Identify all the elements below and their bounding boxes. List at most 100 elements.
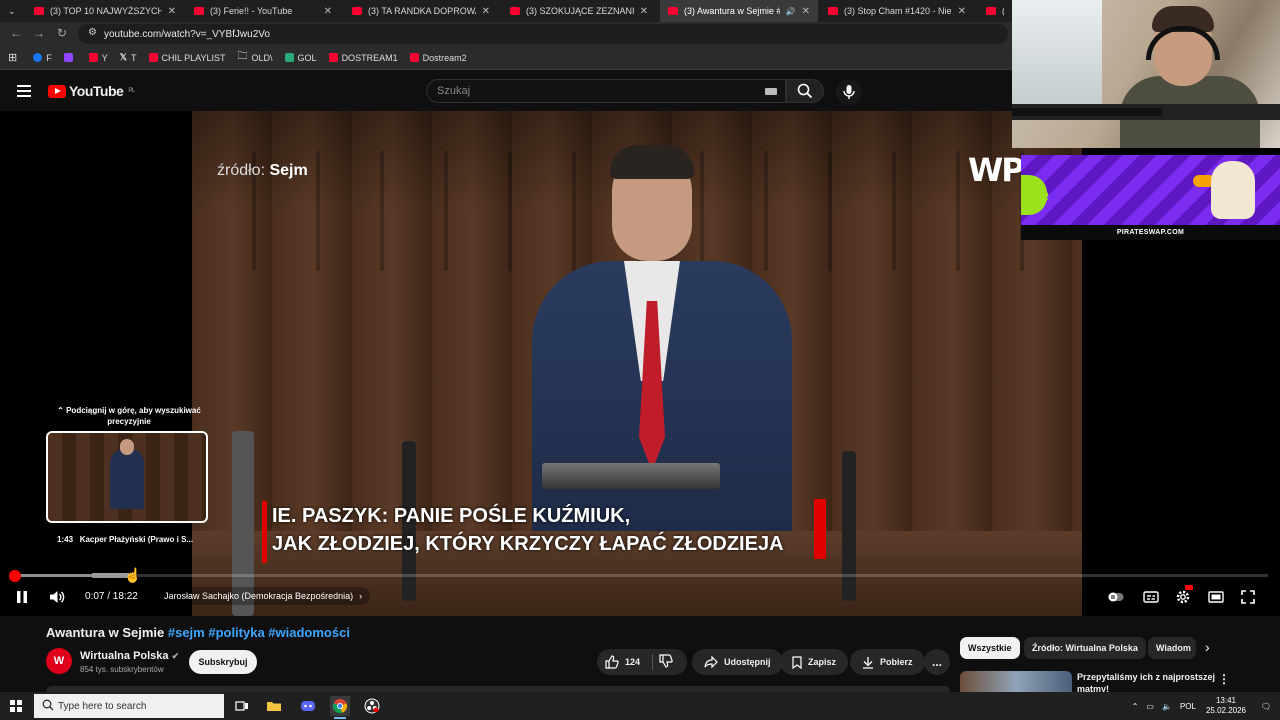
obs-icon[interactable] [362, 696, 382, 716]
chrome-icon[interactable] [330, 696, 350, 719]
browser-tab[interactable]: (3) Ferie!! - YouTube ✕ [186, 0, 340, 22]
site-info-icon[interactable]: ⚙ [88, 27, 97, 38]
browser-tab[interactable]: (3) TOP 10 NAJWYŻSZYCH WIE ✕ [26, 0, 184, 22]
video-title: Awantura w Sejmie #sejm #polityka #wiado… [46, 625, 350, 640]
chip-source-wp[interactable]: Źródło: Wirtualna Polska [1024, 637, 1146, 659]
close-tab-icon[interactable]: ✕ [802, 6, 810, 17]
hashtags[interactable]: #sejm #polityka #wiadomości [164, 625, 350, 640]
bookmark-twitch[interactable] [63, 53, 77, 62]
tab-title: (3) [1002, 6, 1004, 16]
fullscreen-icon [1241, 590, 1255, 604]
browser-tab[interactable]: (3) [978, 0, 1012, 22]
channel-avatar[interactable]: W [46, 648, 72, 674]
subscriber-count: 854 tys. subskrybentów [80, 665, 164, 674]
verified-icon: ✔ [171, 651, 180, 661]
fullscreen-button[interactable] [1237, 586, 1259, 608]
clock[interactable]: 13:41 25.02.2026 [1206, 696, 1246, 716]
close-tab-icon[interactable]: ✕ [324, 6, 332, 17]
share-button[interactable]: Udostępnij [692, 649, 783, 675]
search-button[interactable] [786, 79, 824, 103]
scrubber-handle[interactable] [9, 570, 21, 582]
region-code: PL [128, 88, 135, 94]
hand-cursor-icon: ☝ [124, 567, 142, 583]
progress-bar[interactable] [12, 573, 1268, 578]
keyboard-icon[interactable] [765, 88, 777, 95]
pause-button[interactable] [12, 586, 32, 608]
chip-news[interactable]: Wiadom [1148, 637, 1196, 659]
bookmark-facebook[interactable]: F [33, 53, 52, 63]
menu-icon[interactable] [17, 85, 31, 97]
chevron-right-icon[interactable]: › [1205, 639, 1210, 655]
volume-button[interactable] [46, 586, 68, 608]
task-view-icon[interactable] [232, 696, 252, 716]
browser-tab-active[interactable]: (3) Awantura w Sejmie #sej 🔊 ✕ [660, 0, 818, 22]
browser-tab[interactable]: (3) Stop Cham #1420 - Niebez ✕ [820, 0, 974, 22]
autoplay-toggle[interactable] [1106, 586, 1126, 608]
facebook-icon [33, 53, 43, 62]
bookmark-x[interactable]: 𝕏T [120, 52, 137, 63]
save-button[interactable]: Zapisz [780, 649, 849, 675]
subtitles-icon [1143, 591, 1159, 603]
theater-mode-button[interactable] [1205, 586, 1227, 608]
reload-icon[interactable]: ↻ [57, 26, 67, 40]
network-icon[interactable]: ▭ [1146, 702, 1154, 711]
lectern-top [542, 463, 720, 489]
file-explorer-icon[interactable] [264, 696, 284, 716]
recommended-video-title[interactable]: Przepytaliśmy ich z najprostszej matmy! [1077, 671, 1217, 693]
bookmark-gol[interactable]: GOL [284, 53, 317, 63]
speaker-icon[interactable]: 🔈 [1162, 702, 1172, 711]
youtube-logo[interactable]: YouTube PL [48, 83, 135, 99]
youtube-icon [328, 53, 338, 62]
like-button[interactable]: 124 [605, 649, 640, 675]
caption-red-block [814, 499, 826, 559]
twitch-icon [63, 53, 73, 62]
microphone-arm [1012, 108, 1162, 116]
bookmark-chil-playlist[interactable]: CHIL PLAYLIST [148, 53, 226, 63]
preview-chapter: Kacper Płażyński (Prawo i S... [79, 535, 194, 544]
language-indicator[interactable]: POL [1180, 702, 1196, 711]
close-tab-icon[interactable]: ✕ [168, 6, 176, 17]
chevron-up-icon[interactable]: ⌃ [1132, 702, 1139, 711]
tab-list-button[interactable]: ⌄ [0, 0, 24, 22]
bookmark-dostream2[interactable]: Dostream2 [409, 53, 467, 63]
more-vertical-icon[interactable]: ⋮ [1218, 672, 1230, 686]
youtube-favicon-icon [510, 7, 520, 15]
ad-mascot-icon [1211, 161, 1255, 219]
subscribe-button[interactable]: Subskrybuj [189, 650, 257, 674]
bookmark-youtube[interactable]: Y [88, 53, 108, 63]
more-actions-button[interactable]: ... [924, 649, 950, 675]
forward-icon[interactable]: → [33, 26, 45, 40]
time-display: 0:07 / 18:22 [85, 591, 138, 602]
close-tab-icon[interactable]: ✕ [640, 6, 648, 17]
taskbar-search-input[interactable]: Type here to search [34, 694, 224, 718]
browser-tab[interactable]: (3) SZOKUJĄCE ZEZNANIA WS ✕ [502, 0, 656, 22]
apps-icon[interactable]: ⊞ [8, 51, 17, 64]
ad-footer-text: PIRATESWAP.COM [1021, 225, 1280, 240]
settings-button[interactable] [1172, 585, 1194, 608]
back-icon[interactable]: ← [10, 26, 22, 40]
dislike-button[interactable] [659, 654, 673, 673]
windows-start-icon[interactable] [10, 700, 22, 712]
close-tab-icon[interactable]: ✕ [482, 6, 490, 17]
notifications-icon[interactable]: 🗨 [1256, 702, 1276, 711]
voice-search-button[interactable] [836, 79, 862, 105]
channel-name[interactable]: Wirtualna Polska ✔ [80, 650, 179, 662]
bookmark-folder-old[interactable]: 🗀 OLD\ [238, 49, 273, 66]
chip-all[interactable]: Wszystkie [960, 637, 1020, 659]
download-button[interactable]: Pobierz [850, 649, 925, 675]
divider [652, 654, 653, 670]
close-tab-icon[interactable]: ✕ [958, 6, 966, 17]
hd-badge [1185, 585, 1193, 590]
discord-icon[interactable] [298, 696, 318, 716]
preview-time: 1:43 [57, 535, 74, 544]
search-input[interactable]: Szukaj [426, 79, 786, 103]
youtube-favicon-icon [34, 7, 44, 15]
subtitles-button[interactable] [1140, 586, 1162, 608]
recommended-video-thumbnail[interactable] [960, 671, 1072, 693]
browser-tab[interactable]: (3) TA RANDKA DOPROWADZI ✕ [344, 0, 498, 22]
url-field[interactable]: ⚙ youtube.com/watch?v=_VYBfJwu2Vo [78, 24, 1008, 44]
chapter-title-button[interactable]: Jarosław Sachajko (Demokracja Bezpośredn… [156, 587, 371, 605]
streamer-webcam [1012, 0, 1280, 148]
bookmark-dostream1[interactable]: DOSTREAM1 [328, 53, 398, 63]
speaker-icon[interactable]: 🔊 [786, 7, 796, 16]
